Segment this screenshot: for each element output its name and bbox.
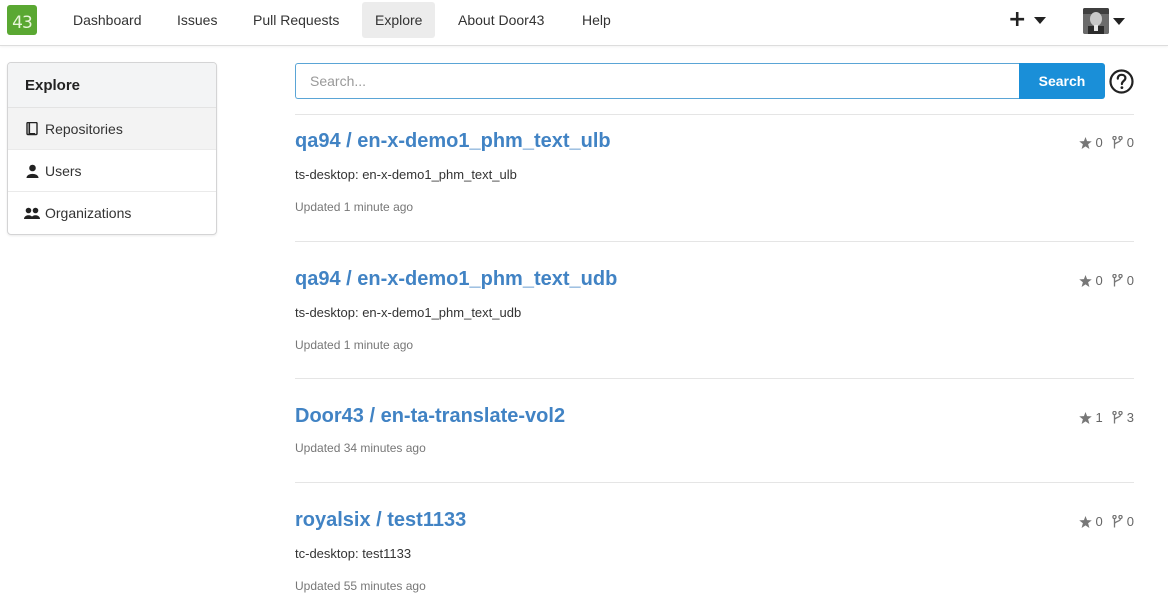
user-menu[interactable] — [1083, 8, 1125, 34]
organization-icon — [24, 205, 40, 221]
fork-count-value: 3 — [1126, 410, 1134, 425]
repo-stats: 1 3 — [1070, 410, 1134, 425]
repo-updated-time: Updated 1 minute ago — [295, 200, 414, 214]
fork-count-value: 0 — [1126, 273, 1134, 288]
fork-icon — [1112, 274, 1123, 287]
person-icon — [24, 163, 40, 179]
star-count-value: 0 — [1095, 135, 1103, 150]
help-icon[interactable] — [1109, 69, 1134, 94]
sidebar-item-organizations[interactable]: Organizations — [8, 192, 216, 234]
fork-count: 3 — [1112, 410, 1134, 425]
fork-count-value: 0 — [1126, 514, 1134, 529]
nav-pull-requests[interactable]: Pull Requests — [240, 2, 352, 38]
fork-icon — [1112, 515, 1123, 528]
repo-description: ts-desktop: en-x-demo1_phm_text_ulb — [295, 167, 517, 182]
list-item: qa94 / en-x-demo1_phm_text_ulb ts-deskto… — [295, 114, 1134, 241]
sidebar-item-users[interactable]: Users — [8, 150, 216, 192]
star-count: 0 — [1078, 273, 1103, 288]
list-item: Door43 / en-ta-translate-vol2 Updated 34… — [295, 378, 1134, 482]
fork-icon — [1112, 136, 1123, 149]
fork-icon — [1112, 411, 1123, 424]
nav-dashboard[interactable]: Dashboard — [60, 2, 155, 38]
nav-issues[interactable]: Issues — [164, 2, 230, 38]
star-count: 0 — [1078, 514, 1103, 529]
chevron-down-icon — [1034, 16, 1047, 24]
star-count-value: 0 — [1095, 273, 1103, 288]
create-new-menu[interactable]: + — [1008, 7, 1047, 32]
nav-about-door43[interactable]: About Door43 — [445, 2, 557, 38]
fork-count: 0 — [1112, 514, 1134, 529]
sidebar-item-label: Organizations — [45, 205, 132, 221]
repo-title-link[interactable]: royalsix / test1133 — [295, 509, 466, 532]
explore-sidebar: Explore Repositories Users Organizations — [7, 62, 217, 235]
repo-updated-time: Updated 34 minutes ago — [295, 441, 426, 455]
repo-stats: 0 0 — [1070, 135, 1134, 150]
nav-help[interactable]: Help — [569, 2, 624, 38]
repo-stats: 0 0 — [1070, 273, 1134, 288]
star-count: 1 — [1078, 410, 1103, 425]
star-count: 0 — [1078, 135, 1103, 150]
sidebar-item-repositories[interactable]: Repositories — [8, 108, 216, 150]
chevron-down-icon — [1113, 17, 1125, 25]
nav-explore[interactable]: Explore — [362, 2, 436, 38]
sidebar-item-label: Repositories — [45, 120, 123, 137]
star-icon — [1078, 515, 1092, 528]
star-count-value: 0 — [1095, 514, 1103, 529]
repo-description: tc-desktop: test1133 — [295, 546, 412, 561]
avatar — [1083, 8, 1109, 34]
star-icon — [1078, 274, 1092, 287]
repo-title-link[interactable]: qa94 / en-x-demo1_phm_text_ulb — [295, 130, 611, 153]
fork-count-value: 0 — [1126, 135, 1134, 150]
repo-updated-time: Updated 55 minutes ago — [295, 579, 426, 593]
fork-count: 0 — [1112, 135, 1134, 150]
top-navbar: 43 Dashboard Issues Pull Requests Explor… — [0, 0, 1168, 46]
star-icon — [1078, 136, 1092, 149]
plus-icon: + — [1008, 7, 1027, 32]
repo-icon — [24, 121, 40, 137]
star-icon — [1078, 411, 1092, 424]
repo-title-link[interactable]: qa94 / en-x-demo1_phm_text_udb — [295, 268, 617, 291]
search-button[interactable]: Search — [1019, 63, 1105, 99]
list-item: qa94 / en-x-demo1_phm_text_udb ts-deskto… — [295, 241, 1134, 378]
repo-updated-time: Updated 1 minute ago — [295, 338, 414, 352]
list-item: royalsix / test1133 tc-desktop: test1133… — [295, 482, 1134, 602]
search-input[interactable] — [295, 63, 1020, 99]
repo-stats: 0 0 — [1070, 514, 1134, 529]
sidebar-header: Explore — [8, 63, 216, 108]
door43-logo[interactable]: 43 — [7, 5, 37, 35]
repo-title-link[interactable]: Door43 / en-ta-translate-vol2 — [295, 405, 565, 428]
sidebar-item-label: Users — [45, 162, 82, 179]
fork-count: 0 — [1112, 273, 1134, 288]
logo-text: 43 — [12, 13, 33, 33]
star-count-value: 1 — [1095, 410, 1103, 425]
repository-list: qa94 / en-x-demo1_phm_text_ulb ts-deskto… — [295, 114, 1134, 602]
repo-description: ts-desktop: en-x-demo1_phm_text_udb — [295, 305, 522, 320]
